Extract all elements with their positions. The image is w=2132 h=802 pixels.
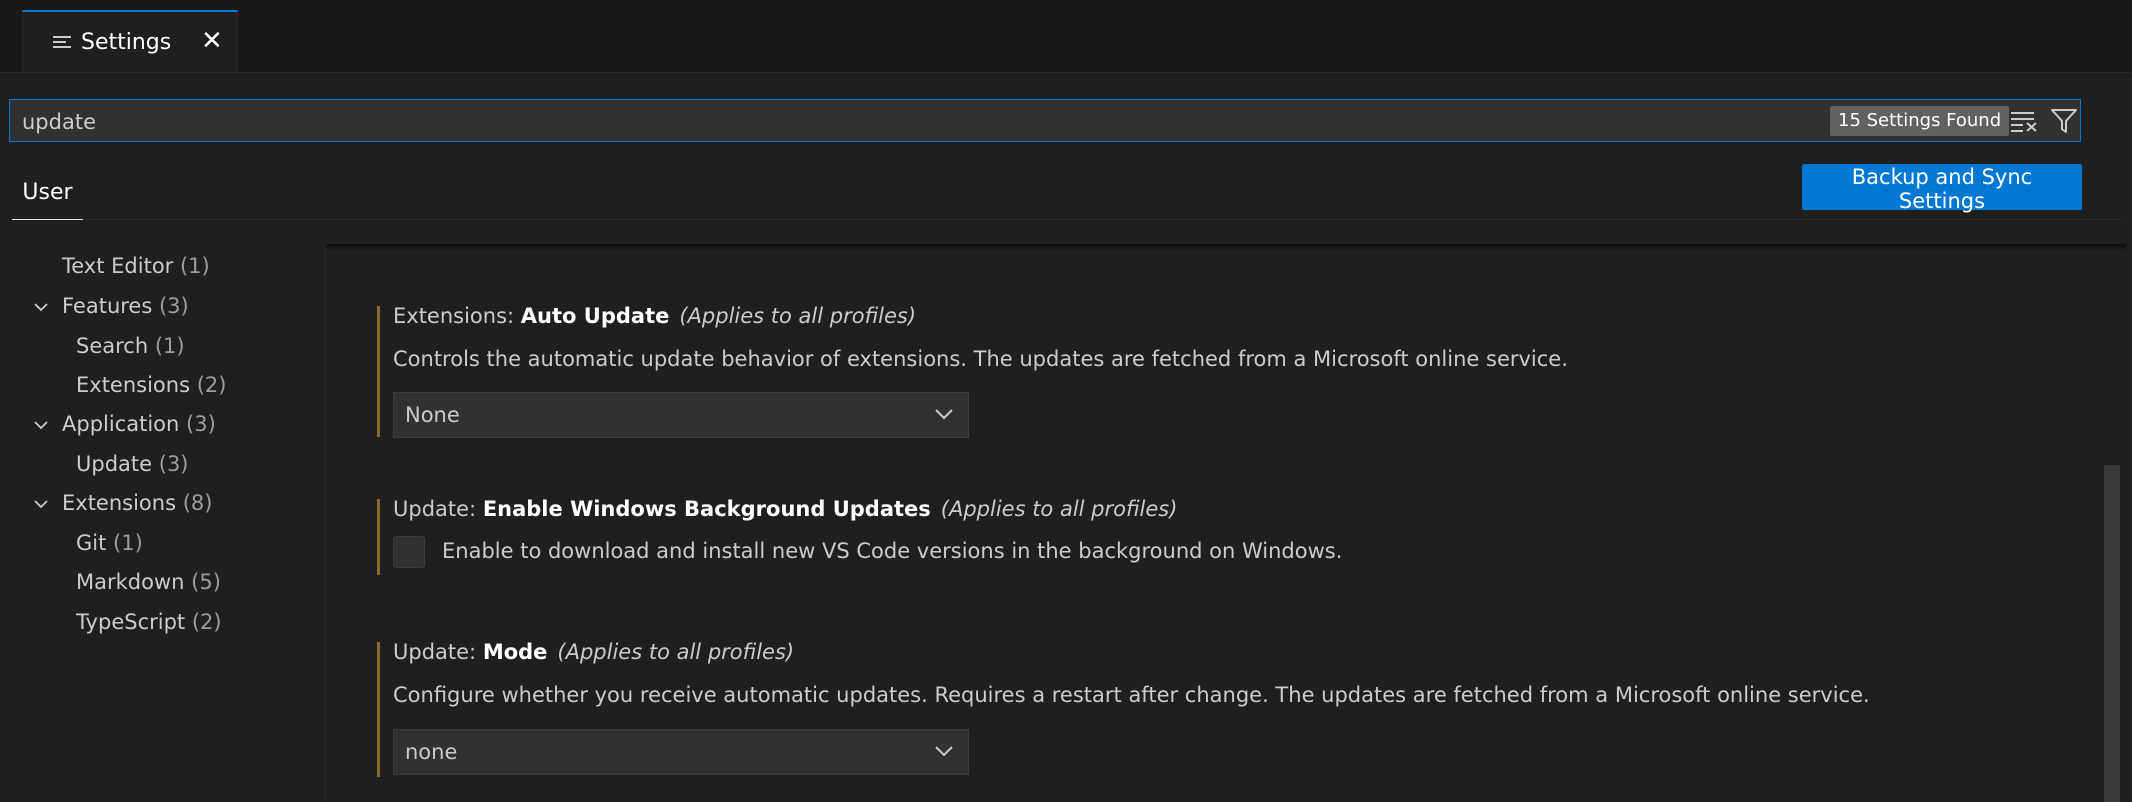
toc-item-extensions[interactable]: Extensions (8) — [62, 491, 212, 515]
toc-item-extensions-features[interactable]: Extensions (2) — [76, 373, 226, 397]
toc-item-application[interactable]: Application (3) — [62, 412, 216, 436]
clear-filter-icon[interactable] — [2010, 110, 2038, 132]
results-count-badge: 15 Settings Found — [1830, 106, 2010, 136]
scrollbar-thumb[interactable] — [2104, 465, 2120, 802]
setting-description: Controls the automatic update behavior o… — [393, 347, 1568, 371]
chevron-down-icon — [935, 746, 953, 757]
modified-indicator — [377, 642, 380, 777]
chevron-down-icon[interactable] — [34, 497, 48, 511]
setting-title: Extensions: Auto Update (Applies to all p… — [393, 304, 917, 328]
backup-sync-button[interactable]: Backup and Sync Settings — [1802, 164, 2082, 213]
modified-indicator — [377, 499, 380, 575]
modified-indicator — [377, 306, 380, 437]
update-mode-select[interactable]: none — [393, 729, 969, 775]
toc-item-features[interactable]: Features (3) — [62, 294, 189, 318]
toc-item-search[interactable]: Search (1) — [76, 334, 185, 358]
chevron-down-icon — [935, 409, 953, 420]
toc-item-git[interactable]: Git (1) — [76, 531, 143, 555]
tab-user-scope[interactable]: User — [12, 172, 83, 220]
settings-list-icon — [53, 36, 71, 52]
filter-icon[interactable] — [2050, 108, 2078, 134]
tab-settings[interactable]: Settings ✕ — [22, 10, 238, 72]
settings-search-box: 15 Settings Found — [9, 99, 2081, 142]
editor-tab-bar: Settings ✕ — [0, 0, 2132, 73]
setting-description: Configure whether you receive automatic … — [393, 683, 1870, 707]
toc-item-text-editor[interactable]: Text Editor (1) — [62, 254, 210, 278]
search-input[interactable] — [20, 106, 1824, 138]
chevron-down-icon[interactable] — [34, 418, 48, 432]
close-icon[interactable]: ✕ — [201, 26, 223, 56]
toc-item-typescript[interactable]: TypeScript (2) — [76, 610, 222, 634]
toc-divider — [325, 248, 326, 802]
chevron-down-icon[interactable] — [34, 300, 48, 314]
toc-item-markdown[interactable]: Markdown (5) — [76, 570, 221, 594]
checkbox-label: Enable to download and install new VS Co… — [442, 539, 1343, 563]
setting-title: Update: Mode (Applies to all profiles) — [393, 640, 795, 664]
tab-label: Settings — [81, 30, 172, 55]
content-shadow — [326, 244, 2126, 250]
user-scope-label: User — [22, 180, 73, 205]
setting-title: Update: Enable Windows Background Update… — [393, 497, 1178, 521]
enable-background-updates-checkbox[interactable] — [393, 536, 425, 568]
scope-divider — [83, 219, 2123, 220]
toc-item-update[interactable]: Update (3) — [76, 452, 189, 476]
auto-update-select[interactable]: None — [393, 392, 969, 438]
